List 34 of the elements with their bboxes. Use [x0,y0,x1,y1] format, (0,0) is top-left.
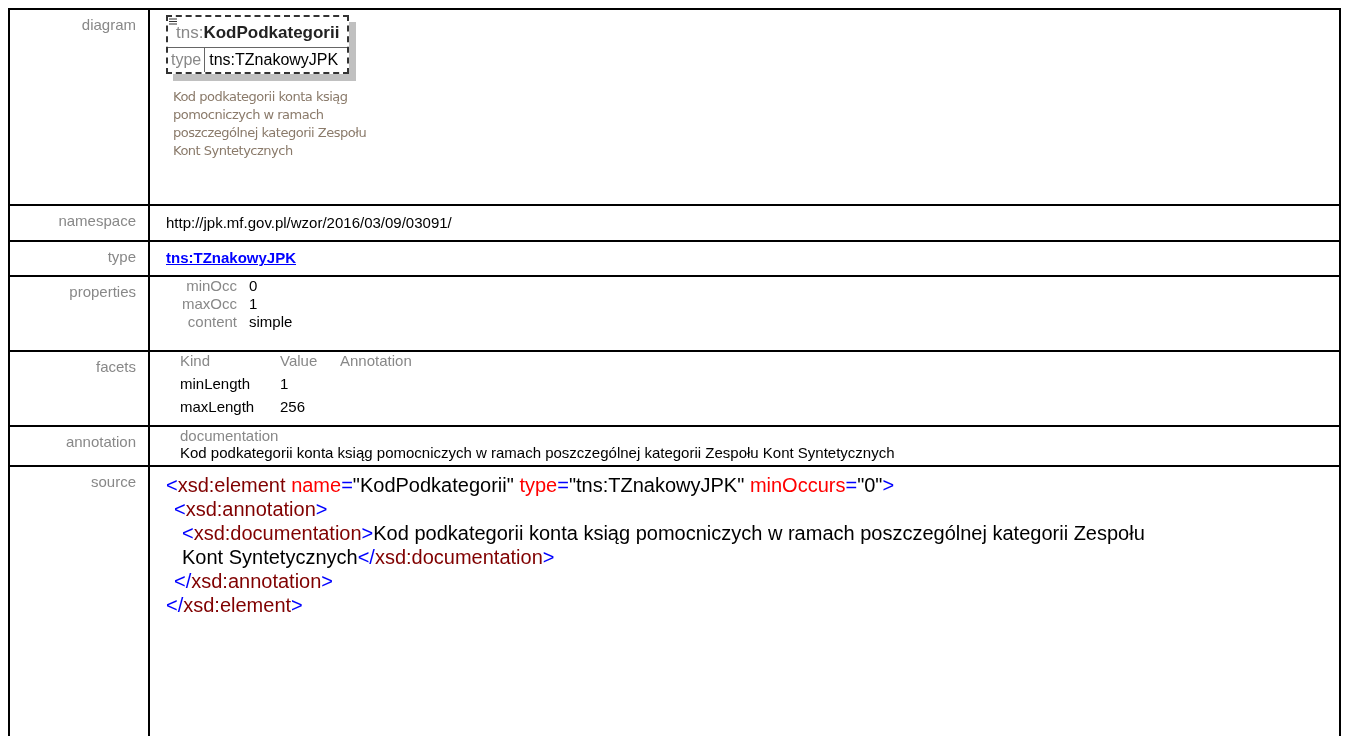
row-label: source [90,473,136,490]
type-value: tns:TZnakowyJPK [208,49,340,70]
facet-value: 1 [280,375,290,393]
row-label: type [107,248,136,265]
list-icon [169,18,177,25]
facet-value: 256 [280,398,307,416]
property-name: maxOcc [181,295,237,313]
type-link[interactable]: tns:TZnakowyJPK [166,249,297,267]
documentation-heading: documentation [180,427,279,444]
source-code-line: <xsd:annotation> [173,497,329,521]
source-code-line: <xsd:documentation>Kod podkategorii konta ksiąg pomocniczych w ramach poszczególnej kategorii Zespołu Kont Syntetycznych</xsd:documentation> [181,521,1146,569]
row-label: annotation [65,433,136,450]
property-name: minOcc [185,277,237,295]
facet-kind: minLength [180,375,252,393]
namespace-value: http://jpk.mf.gov.pl/wzor/2016/03/09/03091/ [166,213,452,231]
type-label: type [168,47,206,72]
row-label: facets [95,358,136,375]
column-header: Kind [180,352,212,370]
property-value: 0 [249,277,259,295]
row-label: namespace [58,212,136,229]
source-code-line: <xsd:element name="KodPodkategorii" type="tns:TZnakowyJPK" minOccurs="0"> [166,473,896,497]
property-name: content [186,313,237,331]
facet-kind: maxLength [180,398,256,416]
documentation-text: Kod podkategorii konta ksiąg pomocniczych w ramach poszczególnej kategorii Zespołu Kont Syntetycznych [180,444,895,461]
column-header: Annotation [340,352,412,370]
property-value: simple [249,313,293,331]
row-label: properties [69,283,136,300]
source-code-line: </xsd:annotation> [173,569,335,593]
element-description: Kod podkategorii konta ksiąg pomocniczych w ramach poszczególnej kategorii Zespołu Kont Syntetycznych [173,87,368,160]
element-name: tns:KodPodkategorii [176,23,340,42]
property-value: 1 [249,295,259,313]
row-label: diagram [81,16,136,33]
column-header: Value [280,352,319,370]
source-code-line: </xsd:element> [166,593,304,617]
